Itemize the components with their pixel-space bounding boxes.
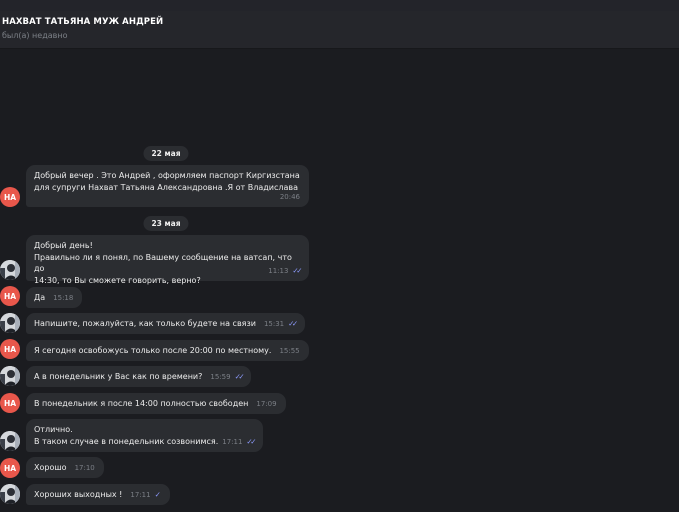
message-text: В понедельник я после 14:00 полностью св… [34, 399, 249, 408]
message-meta: 17:11 ✓✓ [222, 436, 256, 449]
message-bubble[interactable]: Добрый день! Правильно ли я понял, по Ва… [26, 235, 309, 285]
message-time: 15:59 [210, 373, 231, 381]
message-bubble[interactable]: Хорошо 17:10 [26, 457, 104, 478]
message-list[interactable]: 22 мая НА Добрый вечер . Это Андрей , оф… [0, 49, 679, 512]
window-top-strip [0, 0, 679, 11]
message-bubble[interactable]: Да 15:18 [26, 287, 83, 308]
date-separator: 22 мая [143, 146, 189, 161]
contact-avatar[interactable]: НА [0, 458, 20, 478]
message-bubble[interactable]: Напишите, пожалуйста, как только будете … [26, 313, 305, 334]
user-avatar[interactable] [0, 260, 20, 280]
contact-avatar[interactable]: НА [0, 393, 20, 413]
message-meta: 15:59 ✓✓ [210, 371, 245, 384]
message-bubble[interactable]: А в понедельник у Вас как по времени? 15:… [26, 366, 252, 387]
message-text: Напишите, пожалуйста, как только будете … [34, 319, 256, 328]
chat-title[interactable]: НАХВАТ ТАТЬЯНА МУЖ АНДРЕЙ [2, 17, 163, 27]
message-meta: 17:11 ✓ [130, 489, 160, 502]
message-text: Отлично. В таком случае в понедельник со… [34, 425, 219, 446]
message-meta: 15:31 ✓✓ [263, 318, 298, 331]
message-bubble[interactable]: Отлично. В таком случае в понедельник со… [26, 419, 263, 452]
message-text: Я сегодня освобожусь только после 20:00 … [34, 346, 272, 355]
last-seen-status: был(а) недавно [2, 31, 68, 40]
user-avatar[interactable] [0, 484, 20, 504]
user-photo-icon [0, 313, 20, 333]
message-bubble[interactable]: Добрый вечер . Это Андрей , оформляем па… [26, 165, 309, 207]
message-time: 17:10 [74, 464, 95, 472]
user-avatar[interactable] [0, 313, 20, 333]
message-text: Да [34, 293, 46, 302]
message-bubble[interactable]: Я сегодня освобожусь только после 20:00 … [26, 340, 309, 361]
message-text: Добрый день! Правильно ли я понял, по Ва… [34, 241, 292, 285]
message-time: 15:18 [53, 294, 74, 302]
double-check-icon: ✓✓ [234, 372, 245, 381]
double-check-icon: ✓✓ [292, 265, 302, 275]
message-meta: 11:13 ✓✓ [268, 265, 302, 278]
single-check-icon: ✓ [154, 490, 161, 499]
message-text: Добрый вечер . Это Андрей , оформляем па… [34, 171, 300, 192]
message-time: 17:09 [256, 400, 277, 408]
contact-avatar[interactable]: НА [0, 339, 20, 359]
double-check-icon: ✓✓ [246, 436, 256, 446]
message-time: 15:55 [279, 347, 300, 355]
contact-avatar[interactable]: НА [0, 187, 20, 207]
date-separator: 23 мая [143, 216, 189, 231]
contact-avatar[interactable]: НА [0, 286, 20, 306]
message-time: 17:11 [130, 491, 151, 499]
double-check-icon: ✓✓ [288, 319, 298, 328]
message-text: А в понедельник у Вас как по времени? [34, 372, 203, 381]
user-avatar[interactable] [0, 431, 20, 451]
message-time: 11:13 [268, 266, 289, 275]
message-text: Хороших выходных ! [34, 490, 123, 499]
message-text: Хорошо [34, 463, 67, 472]
message-bubble[interactable]: В понедельник я после 14:00 полностью св… [26, 393, 286, 414]
user-photo-icon [0, 260, 20, 280]
chat-header[interactable]: НАХВАТ ТАТЬЯНА МУЖ АНДРЕЙ был(а) недавно [0, 11, 679, 49]
user-photo-icon [0, 484, 20, 504]
message-time: 17:11 [222, 437, 243, 446]
user-photo-icon [0, 366, 20, 386]
message-bubble[interactable]: Хороших выходных ! 17:11 ✓ [26, 484, 170, 505]
message-time: 15:31 [263, 320, 285, 328]
user-photo-icon [0, 431, 20, 451]
message-time: 20:46 [279, 192, 300, 201]
user-avatar[interactable] [0, 366, 20, 386]
